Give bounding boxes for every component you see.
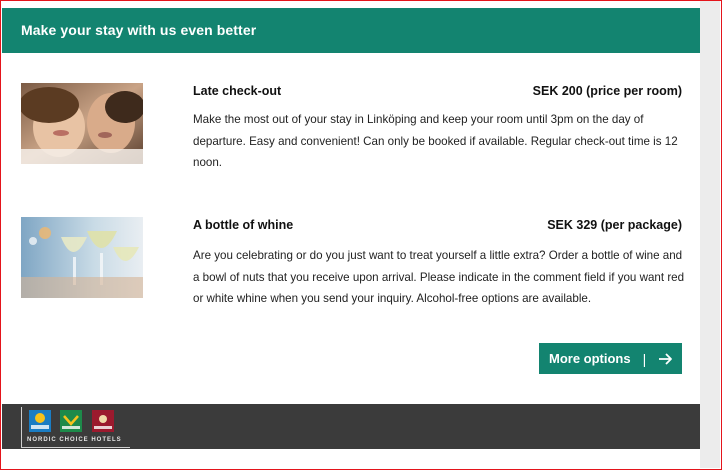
item-description: Make the most out of your stay in Linköp… (193, 113, 678, 169)
more-options-button[interactable]: More options | (539, 343, 682, 374)
quality-logo-icon (60, 410, 82, 432)
item-title: A bottle of whine (193, 218, 294, 232)
item-description: Are you celebrating or do you just want … (193, 249, 685, 305)
item-price: SEK 329 (per package) (547, 218, 682, 232)
wine-bottle-image (21, 217, 143, 298)
item-title: Late check-out (193, 84, 282, 98)
button-separator: | (642, 350, 647, 367)
bottom-spacer (2, 449, 700, 468)
scrollbar-track[interactable] (700, 1, 720, 468)
nordic-choice-logo: NORDIC CHOICE HOTELS (21, 407, 130, 448)
arrow-right-icon (658, 352, 674, 366)
item-price: SEK 200 (price per room) (532, 84, 682, 98)
logo-text: NORDIC CHOICE HOTELS (27, 437, 122, 443)
late-checkout-image (21, 83, 143, 164)
comfort-logo-icon (29, 410, 51, 432)
more-options-label: More options (549, 351, 631, 366)
section-title: Make your stay with us even better (21, 22, 257, 38)
clarion-logo-icon (92, 410, 114, 432)
footer: NORDIC CHOICE HOTELS (2, 404, 700, 449)
section-header: Make your stay with us even better (2, 8, 700, 53)
